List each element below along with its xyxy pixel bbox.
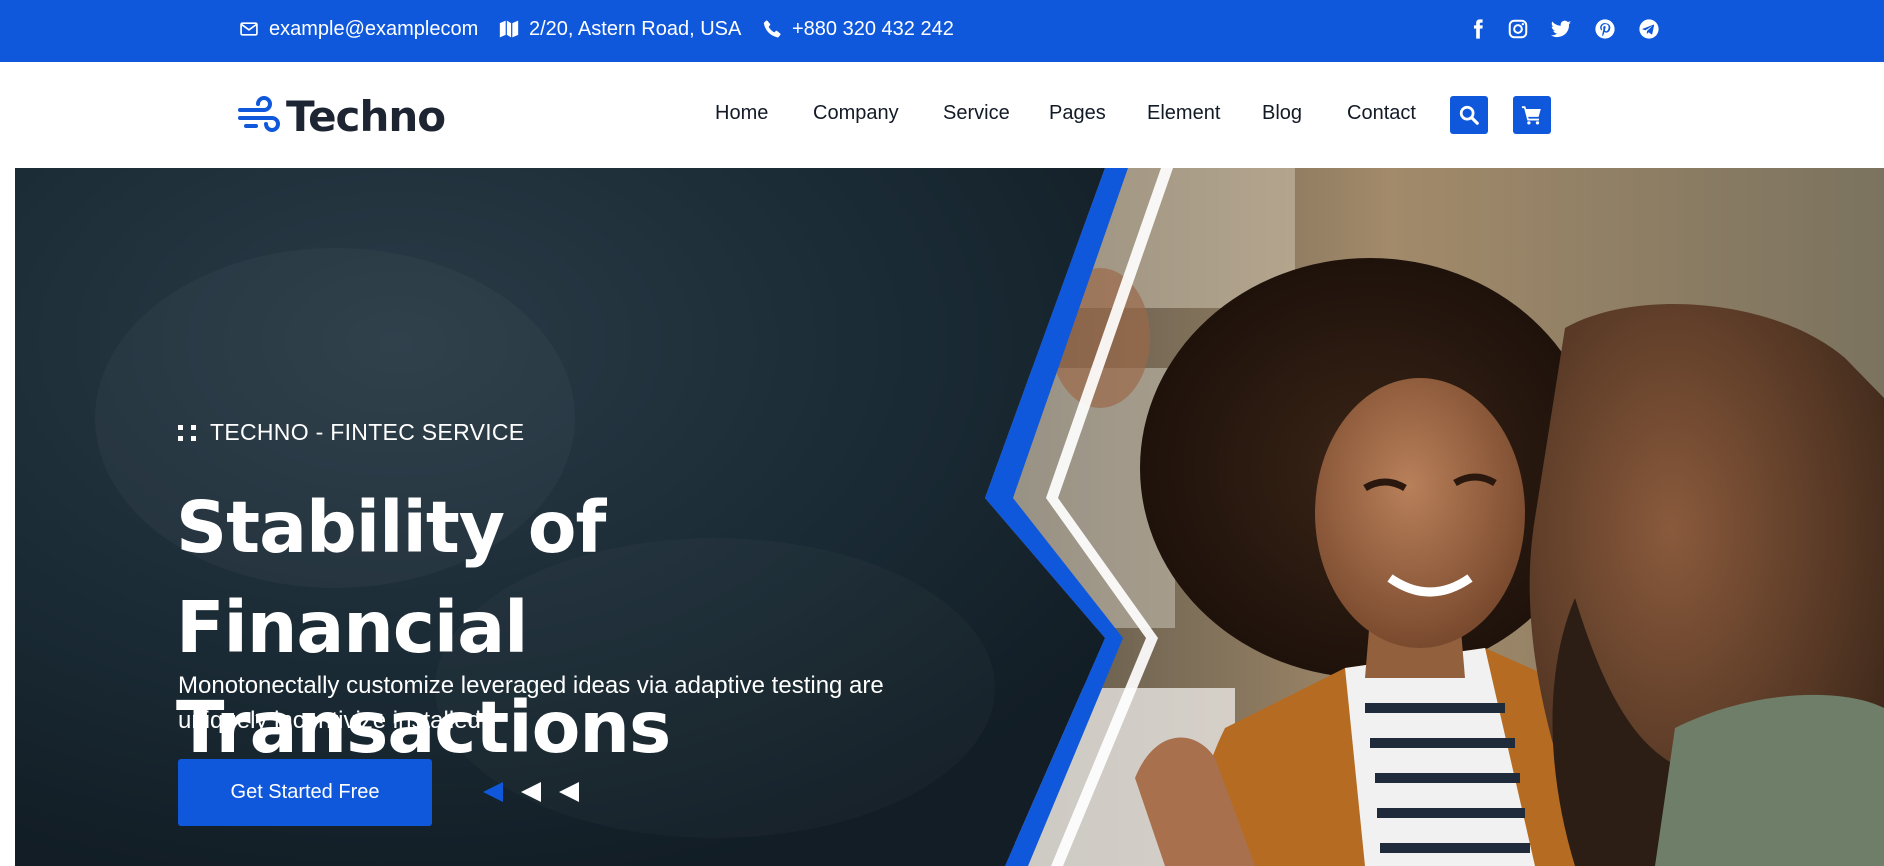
nav-service[interactable]: Service	[943, 102, 1010, 125]
nav-home[interactable]: Home	[715, 102, 768, 125]
mail-icon	[240, 22, 258, 36]
slider-arrow-icon[interactable]	[519, 780, 543, 804]
search-button[interactable]	[1450, 96, 1488, 134]
address-text: 2/20, Astern Road, USA	[529, 17, 742, 40]
hero-headline-line1: Stability of Financial	[176, 486, 606, 669]
wind-logo-icon	[238, 96, 280, 132]
nav-blog[interactable]: Blog	[1262, 102, 1302, 125]
hero-lead: Monotonectally customize leveraged ideas…	[178, 668, 938, 738]
dots-icon	[178, 424, 196, 441]
phone-contact[interactable]: +880 320 432 242	[762, 0, 954, 58]
facebook-icon[interactable]	[1466, 17, 1490, 41]
email-text: example@examplecom	[269, 17, 479, 40]
hero-slider: TECHNO - FINTEC SERVICE Stability of Fin…	[15, 168, 1884, 866]
hero-subtitle-text: TECHNO - FINTEC SERVICE	[210, 419, 525, 445]
pinterest-icon[interactable]	[1593, 17, 1617, 41]
cart-icon	[1521, 106, 1541, 125]
address-contact: 2/20, Astern Road, USA	[499, 0, 741, 58]
logo-text: Techno	[286, 91, 446, 141]
get-started-button[interactable]: Get Started Free	[178, 759, 432, 826]
top-contact-bar: example@examplecom 2/20, Astern Road, US…	[0, 0, 1884, 62]
cart-button[interactable]	[1513, 96, 1551, 134]
telegram-icon[interactable]	[1637, 17, 1661, 41]
phone-text: +880 320 432 242	[792, 17, 954, 40]
nav-element[interactable]: Element	[1147, 102, 1220, 125]
site-header: Techno Home Company Service Pages Elemen…	[0, 62, 1884, 168]
slider-arrow-prev-icon[interactable]	[481, 780, 505, 804]
hero-lead-line1: Monotonectally customize leveraged ideas…	[178, 672, 884, 699]
nav-company[interactable]: Company	[813, 102, 899, 125]
slider-arrow-icon[interactable]	[557, 780, 581, 804]
slider-arrows	[481, 780, 581, 804]
map-icon	[499, 20, 519, 38]
search-icon	[1459, 105, 1479, 125]
instagram-icon[interactable]	[1506, 17, 1530, 41]
email-contact[interactable]: example@examplecom	[239, 0, 478, 58]
hero-subtitle: TECHNO - FINTEC SERVICE	[178, 419, 524, 446]
nav-pages[interactable]: Pages	[1049, 102, 1106, 125]
logo[interactable]: Techno	[238, 91, 446, 141]
nav-contact[interactable]: Contact	[1347, 102, 1416, 125]
hero-lead-line2: uniquely incentivize installed	[178, 707, 481, 734]
twitter-icon[interactable]	[1549, 17, 1573, 41]
phone-icon	[763, 20, 781, 38]
